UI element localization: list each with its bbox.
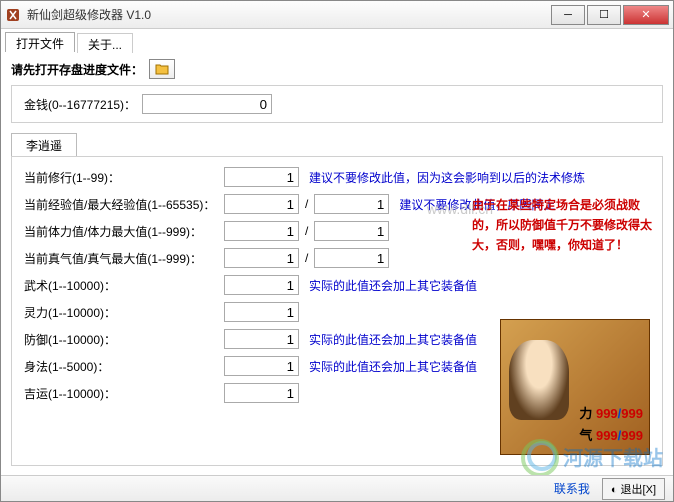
lingli-label: 灵力(1--10000)： <box>24 304 224 321</box>
watermark-text: 河源下载站 <box>563 442 663 471</box>
exit-icon: ◐ <box>611 484 621 496</box>
title-bar: 新仙剑超级修改器 V1.0 ─ ☐ ✕ <box>1 1 673 29</box>
lingli-input[interactable] <box>224 302 299 322</box>
xiuxing-input[interactable] <box>224 167 299 187</box>
fangyu-note: 实际的此值还会加上其它装备值 <box>309 331 477 348</box>
minimize-button[interactable]: ─ <box>551 5 585 25</box>
window-title: 新仙剑超级修改器 V1.0 <box>27 6 549 23</box>
mp-max-input[interactable] <box>314 248 389 268</box>
money-group: 金钱(0--16777215)： <box>11 85 663 123</box>
wushu-note: 实际的此值还会加上其它装备值 <box>309 277 477 294</box>
character-panel: 当前修行(1--99)： 建议不要修改此值，因为这会影响到以后的法术修炼 当前经… <box>11 156 663 466</box>
menu-about[interactable]: 关于... <box>77 33 133 53</box>
contact-link[interactable]: 联系我 <box>554 480 590 497</box>
mp-label: 当前真气值/真气最大值(1--999)： <box>24 250 224 267</box>
separator: / <box>305 197 308 211</box>
character-tab[interactable]: 李逍遥 <box>11 133 77 157</box>
menu-bar: 打开文件 关于... <box>1 29 673 53</box>
fangyu-label: 防御(1--10000)： <box>24 331 224 348</box>
jiyun-input[interactable] <box>224 383 299 403</box>
character-portrait: 力 999/999 气 999/999 <box>500 319 650 455</box>
shenfa-input[interactable] <box>224 356 299 376</box>
exp-label: 当前经验值/最大经验值(1--65535)： <box>24 196 224 213</box>
jiyun-label: 吉运(1--10000)： <box>24 385 224 402</box>
open-file-row: 请先打开存盘进度文件： <box>11 59 663 79</box>
xiuxing-note: 建议不要修改此值，因为这会影响到以后的法术修炼 <box>309 169 585 186</box>
app-icon <box>5 7 21 23</box>
browse-button[interactable] <box>149 59 175 79</box>
portrait-stat-hp: 力 999/999 <box>579 403 643 422</box>
close-button[interactable]: ✕ <box>623 5 669 25</box>
exit-button[interactable]: ◐ 退出[X] <box>602 478 665 500</box>
shenfa-label: 身法(1--5000)： <box>24 358 224 375</box>
maximize-button[interactable]: ☐ <box>587 5 621 25</box>
open-file-prompt: 请先打开存盘进度文件： <box>11 61 143 78</box>
app-window: 新仙剑超级修改器 V1.0 ─ ☐ ✕ 打开文件 关于... 请先打开存盘进度文… <box>0 0 674 502</box>
exp-max-input[interactable] <box>314 194 389 214</box>
hp-max-input[interactable] <box>314 221 389 241</box>
mp-cur-input[interactable] <box>224 248 299 268</box>
folder-icon <box>155 63 169 75</box>
shenfa-note: 实际的此值还会加上其它装备值 <box>309 358 477 375</box>
watermark-url: www.dll.cn <box>427 201 493 217</box>
fangyu-input[interactable] <box>224 329 299 349</box>
window-controls: ─ ☐ ✕ <box>549 5 669 25</box>
wushu-label: 武术(1--10000)： <box>24 277 224 294</box>
hp-label: 当前体力值/体力最大值(1--999)： <box>24 223 224 240</box>
wushu-input[interactable] <box>224 275 299 295</box>
money-input[interactable] <box>142 94 272 114</box>
watermark-logo: 河源下载站 <box>527 441 663 471</box>
status-bar: 联系我 ◐ 退出[X] <box>1 475 673 501</box>
watermark-icon <box>527 441 557 471</box>
hp-cur-input[interactable] <box>224 221 299 241</box>
exp-cur-input[interactable] <box>224 194 299 214</box>
character-image <box>509 340 569 420</box>
defense-warning: 由于在某些特定场合是必须战败的，所以防御值千万不要修改得太大，否则，嘿嘿，你知道… <box>472 195 652 255</box>
content-area: 请先打开存盘进度文件： 金钱(0--16777215)： 李逍遥 当前修行(1-… <box>1 53 673 472</box>
xiuxing-label: 当前修行(1--99)： <box>24 169 224 186</box>
money-label: 金钱(0--16777215)： <box>24 96 136 113</box>
menu-open-file[interactable]: 打开文件 <box>5 32 75 52</box>
stat-icon: 力 <box>579 406 592 421</box>
